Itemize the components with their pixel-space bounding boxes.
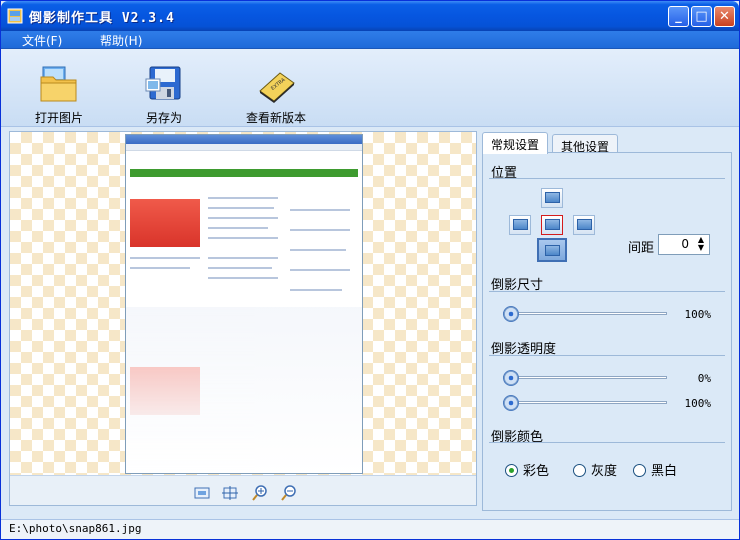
menu-file[interactable]: 文件(F) (22, 32, 62, 49)
preview-image-content (130, 189, 358, 309)
size-value: 100% (684, 308, 712, 321)
color-option-color[interactable]: 彩色 (505, 460, 549, 479)
size-slider[interactable] (503, 305, 667, 323)
radio-icon[interactable] (573, 464, 586, 477)
close-icon: ✕ (719, 9, 730, 24)
opacity-start-value: 0% (697, 372, 711, 385)
toolbar: 打开图片 另存为 EXTRA 查看新版本 (1, 49, 739, 127)
position-divider (489, 178, 725, 179)
preview-line (130, 267, 190, 269)
minimize-button[interactable]: _ (668, 6, 689, 27)
tab-other-settings[interactable]: 其他设置 (552, 134, 619, 154)
preview-footer (10, 475, 476, 505)
open-image-label: 打开图片 (34, 111, 83, 125)
preview-line (208, 227, 268, 229)
window-title: 倒影制作工具 V2.3.4 (29, 11, 175, 26)
opacity-divider (489, 355, 725, 356)
position-bottom-button[interactable] (537, 238, 567, 262)
actual-size-icon[interactable] (221, 485, 239, 501)
settings-panel: 常规设置 其他设置 位置 间距 0 ▲ ▼ 倒影尺寸 100% 倒影透明度 0%… (482, 131, 732, 511)
color-divider (489, 442, 725, 443)
preview-line (290, 269, 350, 271)
save-as-button[interactable]: 另存为 (134, 65, 194, 126)
open-folder-icon (40, 66, 77, 102)
maximize-icon: □ (695, 9, 708, 24)
image-icon (545, 219, 560, 230)
color-option-label: 灰度 (591, 464, 618, 479)
app-icon (7, 8, 23, 24)
preview-line (208, 277, 278, 279)
preview-image-toolbar (126, 144, 362, 151)
preview-line (290, 289, 342, 291)
image-icon (545, 192, 560, 203)
zoom-out-icon[interactable] (280, 485, 298, 501)
preview-line (208, 197, 278, 199)
check-new-version-button[interactable]: EXTRA 查看新版本 (237, 65, 315, 126)
menu-help[interactable]: 帮助(H) (100, 32, 142, 49)
maximize-button[interactable]: □ (691, 6, 712, 27)
spacing-label: 间距 (628, 241, 655, 256)
save-as-label: 另存为 (145, 111, 182, 125)
position-right-button[interactable] (573, 215, 595, 235)
color-option-label: 黑白 (651, 464, 678, 479)
menu-bar: 文件(F) 帮助(H) (1, 31, 739, 49)
preview-reflection (126, 307, 362, 473)
tab-general-settings[interactable]: 常规设置 (482, 132, 549, 154)
position-center-button[interactable] (541, 215, 563, 235)
opacity-start-slider[interactable] (503, 369, 667, 387)
zoom-in-icon[interactable] (251, 485, 269, 501)
preview-line (208, 217, 278, 219)
color-option-gray[interactable]: 灰度 (573, 460, 617, 479)
preview-line (290, 229, 350, 231)
image-icon (513, 219, 528, 230)
title-bar[interactable]: 倒影制作工具 V2.3.4 _ □ ✕ (1, 1, 739, 31)
app-window: 倒影制作工具 V2.3.4 _ □ ✕ 文件(F) 帮助(H) 打开图片 另存为… (0, 0, 740, 540)
preview-line (208, 237, 278, 239)
fit-view-icon[interactable] (193, 485, 211, 501)
preview-image-banner (130, 199, 200, 247)
preview-line (208, 257, 278, 259)
color-option-bw[interactable]: 黑白 (633, 460, 677, 479)
slider-thumb[interactable] (503, 395, 519, 411)
preview-line (290, 209, 350, 211)
image-preview[interactable] (9, 131, 477, 506)
close-button[interactable]: ✕ (714, 6, 735, 27)
radio-selected-icon[interactable] (505, 464, 518, 477)
preview-image-titlebar (126, 135, 362, 144)
save-disk-icon (145, 66, 181, 100)
image-icon (577, 219, 592, 230)
opacity-end-slider[interactable] (503, 394, 667, 412)
file-path: E:\photo\snap861.jpg (9, 522, 142, 535)
open-image-button[interactable]: 打开图片 (29, 65, 89, 126)
slider-track (503, 376, 667, 379)
new-version-label: 查看新版本 (245, 111, 306, 125)
slider-thumb[interactable] (503, 370, 519, 386)
tab-content: 位置 间距 0 ▲ ▼ 倒影尺寸 100% 倒影透明度 0% 100% 倒影颜色… (482, 152, 732, 511)
preview-line (130, 257, 200, 259)
spacing-stepper[interactable]: 0 ▲ ▼ (658, 234, 710, 255)
opacity-end-value: 100% (684, 397, 712, 410)
position-top-button[interactable] (541, 188, 563, 208)
preview-line (290, 249, 346, 251)
preview-image-nav (130, 169, 358, 177)
preview-image (125, 134, 363, 474)
position-left-button[interactable] (509, 215, 531, 235)
image-icon (545, 245, 560, 256)
spacing-value: 0 (681, 237, 689, 251)
radio-icon[interactable] (633, 464, 646, 477)
preview-line (208, 267, 272, 269)
slider-track (503, 312, 667, 315)
slider-thumb[interactable] (503, 306, 519, 322)
color-option-label: 彩色 (523, 464, 550, 479)
minimize-icon: _ (675, 9, 682, 24)
status-bar: E:\photo\snap861.jpg (1, 519, 739, 539)
spinner-arrows-icon[interactable]: ▲ ▼ (694, 236, 708, 253)
preview-line (208, 207, 274, 209)
slider-track (503, 401, 667, 404)
size-divider (489, 291, 725, 292)
preview-reflection-banner (130, 367, 200, 415)
new-version-book-icon: EXTRA (259, 72, 295, 103)
